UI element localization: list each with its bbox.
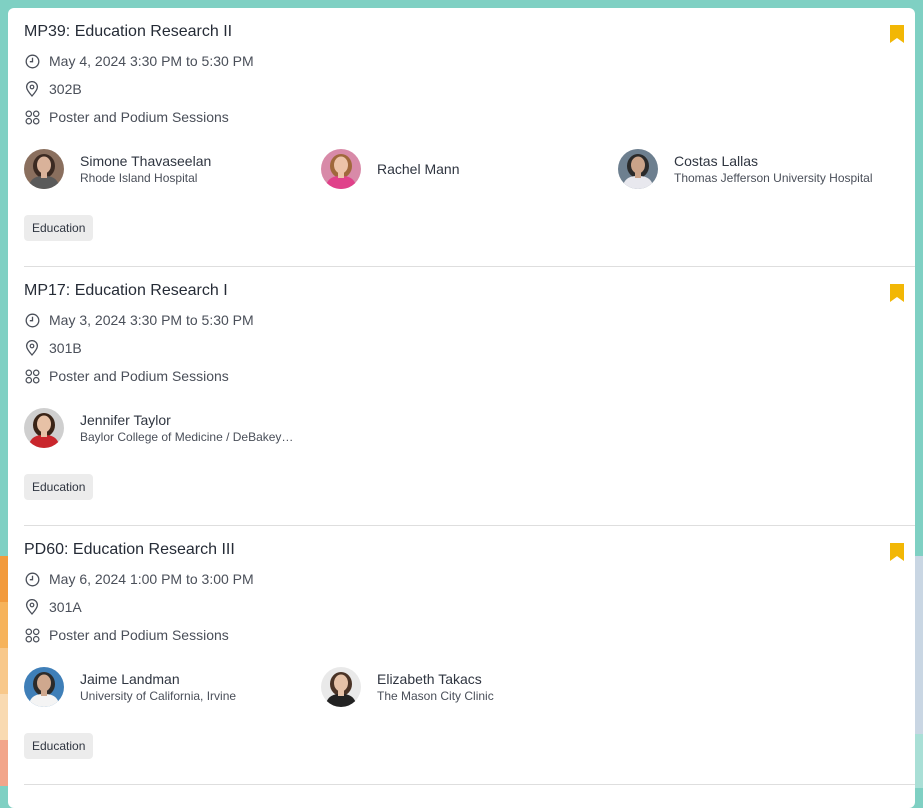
speaker-name[interactable]: Simone Thavaseelan	[80, 153, 211, 170]
session-location-row: 302B	[24, 79, 82, 99]
clock-icon	[24, 53, 40, 69]
session-title[interactable]: PD60: Education Research III	[24, 541, 235, 559]
session-time: May 4, 2024 3:30 PM to 5:30 PM	[49, 53, 254, 69]
location-pin-icon	[24, 599, 40, 615]
avatar[interactable]	[24, 667, 64, 707]
speaker-name[interactable]: Elizabeth Takacs	[377, 671, 494, 688]
stripe	[0, 648, 8, 694]
speaker-name[interactable]: Jaime Landman	[80, 671, 236, 688]
session-time: May 6, 2024 1:00 PM to 3:00 PM	[49, 571, 254, 587]
location-pin-icon	[24, 81, 40, 97]
speaker-list: Simone Thavaseelan Rhode Island Hospital…	[24, 147, 915, 191]
speaker-list: Jaime Landman University of California, …	[24, 665, 915, 709]
clock-icon	[24, 312, 40, 328]
location-pin-icon	[24, 340, 40, 356]
session-location-row: 301B	[24, 338, 82, 358]
speaker-item[interactable]: Rachel Mann	[321, 147, 460, 191]
session-card[interactable]: MP39: Education Research II May 4, 2024 …	[24, 8, 915, 267]
topic-tag[interactable]: Education	[24, 733, 94, 759]
category-grid-icon	[24, 627, 40, 643]
session-category-row: Poster and Podium Sessions	[24, 366, 229, 386]
speaker-item[interactable]: Elizabeth Takacs The Mason City Clinic	[321, 665, 494, 709]
speaker-name[interactable]: Jennifer Taylor	[80, 412, 293, 429]
speaker-item[interactable]: Jennifer Taylor Baylor College of Medici…	[24, 406, 293, 450]
session-card[interactable]: PD60: Education Research III May 6, 2024…	[24, 526, 915, 785]
speaker-item[interactable]: Jaime Landman University of California, …	[24, 665, 236, 709]
bookmark-icon[interactable]	[890, 25, 904, 43]
stripe	[0, 694, 8, 740]
speaker-name[interactable]: Costas Lallas	[674, 153, 873, 170]
bookmark-icon[interactable]	[890, 284, 904, 302]
speaker-affiliation: Rhode Island Hospital	[80, 170, 198, 185]
speaker-affiliation: University of California, Irvine	[80, 688, 237, 703]
speaker-affiliation: Baylor College of Medicine / DeBakey…	[80, 429, 294, 444]
session-time-row: May 4, 2024 3:30 PM to 5:30 PM	[24, 51, 254, 71]
speaker-item[interactable]: Simone Thavaseelan Rhode Island Hospital	[24, 147, 211, 191]
session-time-row: May 3, 2024 3:30 PM to 5:30 PM	[24, 310, 254, 330]
session-list-panel: MP39: Education Research II May 4, 2024 …	[8, 8, 915, 808]
session-category-row: Poster and Podium Sessions	[24, 107, 229, 127]
avatar[interactable]	[24, 149, 64, 189]
session-location-row: 301A	[24, 597, 82, 617]
session-title[interactable]: MP17: Education Research I	[24, 282, 228, 300]
session-location: 301B	[49, 340, 82, 356]
category-grid-icon	[24, 368, 40, 384]
stripe	[0, 740, 8, 786]
topic-tag[interactable]: Education	[24, 215, 94, 241]
session-location: 301A	[49, 599, 82, 615]
speaker-item[interactable]: Costas Lallas Thomas Jefferson Universit…	[618, 147, 873, 191]
session-category: Poster and Podium Sessions	[49, 627, 229, 643]
avatar[interactable]	[321, 667, 361, 707]
speaker-list: Jennifer Taylor Baylor College of Medici…	[24, 406, 915, 450]
bookmark-icon[interactable]	[890, 543, 904, 561]
session-category: Poster and Podium Sessions	[49, 109, 229, 125]
session-time: May 3, 2024 3:30 PM to 5:30 PM	[49, 312, 254, 328]
session-location: 302B	[49, 81, 82, 97]
stripe	[915, 734, 923, 788]
clock-icon	[24, 571, 40, 587]
avatar[interactable]	[321, 149, 361, 189]
speaker-name[interactable]: Rachel Mann	[377, 161, 460, 178]
avatar[interactable]	[24, 408, 64, 448]
session-time-row: May 6, 2024 1:00 PM to 3:00 PM	[24, 569, 254, 589]
topic-tag[interactable]: Education	[24, 474, 94, 500]
session-card[interactable]: MP17: Education Research I May 3, 2024 3…	[24, 267, 915, 526]
background-left-stripes	[0, 556, 8, 788]
session-category: Poster and Podium Sessions	[49, 368, 229, 384]
session-category-row: Poster and Podium Sessions	[24, 625, 229, 645]
avatar[interactable]	[618, 149, 658, 189]
category-grid-icon	[24, 109, 40, 125]
speaker-affiliation: The Mason City Clinic	[377, 688, 494, 703]
speaker-affiliation: Thomas Jefferson University Hospital	[674, 170, 873, 185]
stripe	[0, 556, 8, 602]
session-title[interactable]: MP39: Education Research II	[24, 23, 232, 41]
stripe	[0, 602, 8, 648]
background-right-stripes	[915, 556, 923, 788]
